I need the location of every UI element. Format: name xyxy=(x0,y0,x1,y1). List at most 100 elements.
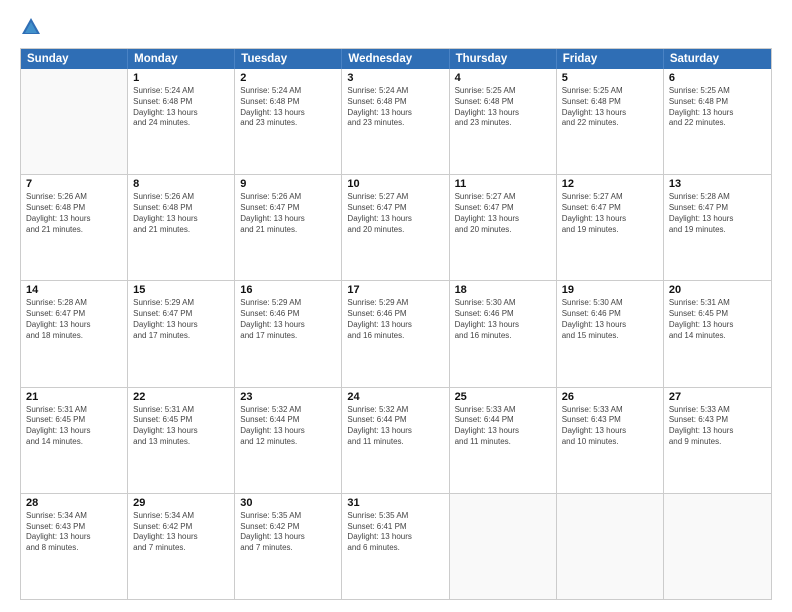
calendar-cell: 18 Sunrise: 5:30 AMSunset: 6:46 PMDayligh… xyxy=(450,281,557,386)
cell-line: Sunrise: 5:27 AM xyxy=(347,192,443,203)
cell-line: Daylight: 13 hours xyxy=(455,108,551,119)
day-number: 8 xyxy=(133,178,229,190)
calendar-cell: 26Sunrise: 5:33 AMSunset: 6:43 PMDayligh… xyxy=(557,388,664,493)
cell-line: Daylight: 13 hours xyxy=(240,214,336,225)
cell-line: Sunset: 6:43 PM xyxy=(669,415,766,426)
calendar-cell: 12Sunrise: 5:27 AMSunset: 6:47 PMDayligh… xyxy=(557,175,664,280)
day-number: 2 xyxy=(240,72,336,84)
day-number: 23 xyxy=(240,391,336,403)
cell-line: Daylight: 13 hours xyxy=(240,426,336,437)
calendar-header: SundayMondayTuesdayWednesdayThursdayFrid… xyxy=(21,49,771,69)
cell-line: Sunset: 6:45 PM xyxy=(26,415,122,426)
cell-line: Daylight: 13 hours xyxy=(562,426,658,437)
calendar-week: 14Sunrise: 5:28 AMSunset: 6:47 PMDayligh… xyxy=(21,281,771,387)
cell-line: Daylight: 13 hours xyxy=(455,214,551,225)
cell-line: and 21 minutes. xyxy=(240,225,336,236)
day-number: 6 xyxy=(669,72,766,84)
cell-line: Daylight: 13 hours xyxy=(669,426,766,437)
day-number: 25 xyxy=(455,391,551,403)
calendar-cell: 6Sunrise: 5:25 AMSunset: 6:48 PMDaylight… xyxy=(664,69,771,174)
cell-line: Sunset: 6:44 PM xyxy=(347,415,443,426)
day-number: 9 xyxy=(240,178,336,190)
cell-line: and 14 minutes. xyxy=(669,331,766,342)
cell-line: and 10 minutes. xyxy=(562,437,658,448)
cell-line: Sunrise: 5:26 AM xyxy=(133,192,229,203)
cell-line: Sunset: 6:44 PM xyxy=(240,415,336,426)
cell-line: Daylight: 13 hours xyxy=(669,108,766,119)
calendar-header-cell: Saturday xyxy=(664,49,771,69)
cell-line: Sunset: 6:46 PM xyxy=(455,309,551,320)
day-number: 26 xyxy=(562,391,658,403)
day-number: 18 xyxy=(455,284,551,296)
cell-line: Sunrise: 5:28 AM xyxy=(669,192,766,203)
cell-line: and 7 minutes. xyxy=(133,543,229,554)
cell-line: and 24 minutes. xyxy=(133,118,229,129)
cell-line: Sunrise: 5:31 AM xyxy=(669,298,766,309)
cell-line: Daylight: 13 hours xyxy=(240,108,336,119)
calendar-cell: 23 Sunrise: 5:32 AMSunset: 6:44 PMDayligh… xyxy=(235,388,342,493)
day-number: 22 xyxy=(133,391,229,403)
cell-line: Sunset: 6:48 PM xyxy=(26,203,122,214)
logo-icon xyxy=(20,16,42,38)
day-number: 21 xyxy=(26,391,122,403)
calendar-cell: 1Sunrise: 5:24 AMSunset: 6:48 PMDaylight… xyxy=(128,69,235,174)
cell-line: Daylight: 13 hours xyxy=(455,320,551,331)
calendar-cell: 21Sunrise: 5:31 AMSunset: 6:45 PMDayligh… xyxy=(21,388,128,493)
cell-line: Daylight: 13 hours xyxy=(669,320,766,331)
calendar-cell: 29Sunrise: 5:34 AMSunset: 6:42 PMDayligh… xyxy=(128,494,235,599)
cell-line: Sunrise: 5:30 AM xyxy=(455,298,551,309)
day-number: 28 xyxy=(26,497,122,509)
page-header xyxy=(20,16,772,38)
cell-line: Sunset: 6:47 PM xyxy=(133,309,229,320)
cell-line: Sunrise: 5:29 AM xyxy=(133,298,229,309)
calendar-week: 1Sunrise: 5:24 AMSunset: 6:48 PMDaylight… xyxy=(21,69,771,175)
day-number: 29 xyxy=(133,497,229,509)
cell-line: and 22 minutes. xyxy=(562,118,658,129)
calendar-week: 7Sunrise: 5:26 AMSunset: 6:48 PMDaylight… xyxy=(21,175,771,281)
cell-line: Sunset: 6:48 PM xyxy=(133,97,229,108)
cell-line: Sunrise: 5:25 AM xyxy=(669,86,766,97)
day-number: 11 xyxy=(455,178,551,190)
cell-line: Sunrise: 5:32 AM xyxy=(240,405,336,416)
cell-line: and 23 minutes. xyxy=(240,118,336,129)
calendar-cell: 27Sunrise: 5:33 AMSunset: 6:43 PMDayligh… xyxy=(664,388,771,493)
cell-line: Sunrise: 5:27 AM xyxy=(455,192,551,203)
cell-line: Daylight: 13 hours xyxy=(26,320,122,331)
cell-line: and 11 minutes. xyxy=(347,437,443,448)
cell-line: Sunrise: 5:33 AM xyxy=(669,405,766,416)
calendar-cell: 9Sunrise: 5:26 AMSunset: 6:47 PMDaylight… xyxy=(235,175,342,280)
cell-line: Sunrise: 5:33 AM xyxy=(455,405,551,416)
calendar-cell xyxy=(450,494,557,599)
cell-line: Sunset: 6:44 PM xyxy=(455,415,551,426)
cell-line: and 15 minutes. xyxy=(562,331,658,342)
calendar-header-cell: Sunday xyxy=(21,49,128,69)
cell-line: Sunrise: 5:25 AM xyxy=(455,86,551,97)
cell-line: Daylight: 13 hours xyxy=(347,426,443,437)
day-number: 24 xyxy=(347,391,443,403)
cell-line: Sunrise: 5:33 AM xyxy=(562,405,658,416)
cell-line: Sunrise: 5:34 AM xyxy=(133,511,229,522)
day-number: 5 xyxy=(562,72,658,84)
cell-line: Sunset: 6:47 PM xyxy=(26,309,122,320)
cell-line: and 21 minutes. xyxy=(133,225,229,236)
cell-line: and 19 minutes. xyxy=(669,225,766,236)
day-number: 1 xyxy=(133,72,229,84)
cell-line: Sunset: 6:45 PM xyxy=(133,415,229,426)
day-number: 10 xyxy=(347,178,443,190)
cell-line: Sunrise: 5:24 AM xyxy=(347,86,443,97)
calendar-header-cell: Monday xyxy=(128,49,235,69)
cell-line: Sunset: 6:46 PM xyxy=(562,309,658,320)
cell-line: and 13 minutes. xyxy=(133,437,229,448)
cell-line: Sunset: 6:43 PM xyxy=(26,522,122,533)
calendar-cell: 16Sunrise: 5:29 AMSunset: 6:46 PMDayligh… xyxy=(235,281,342,386)
cell-line: Sunset: 6:48 PM xyxy=(133,203,229,214)
cell-line: Sunset: 6:46 PM xyxy=(240,309,336,320)
cell-line: Sunset: 6:48 PM xyxy=(562,97,658,108)
cell-line: Sunrise: 5:35 AM xyxy=(240,511,336,522)
cell-line: Sunset: 6:47 PM xyxy=(562,203,658,214)
cell-line: Sunrise: 5:32 AM xyxy=(347,405,443,416)
cell-line: and 17 minutes. xyxy=(133,331,229,342)
cell-line: Daylight: 13 hours xyxy=(133,214,229,225)
cell-line: Sunset: 6:42 PM xyxy=(240,522,336,533)
cell-line: Sunrise: 5:24 AM xyxy=(133,86,229,97)
